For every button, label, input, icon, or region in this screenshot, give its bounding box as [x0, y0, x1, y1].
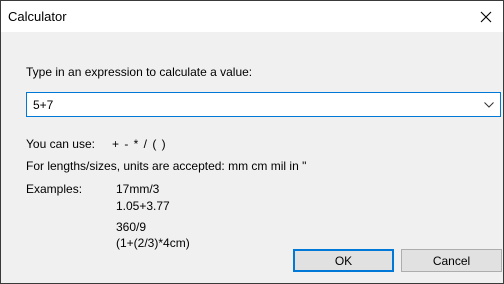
cancel-button[interactable]: Cancel — [401, 249, 502, 272]
close-button[interactable] — [469, 1, 503, 32]
example-item: 17mm/3 — [116, 182, 160, 196]
example-item: (1+(2/3)*4cm) — [116, 236, 190, 250]
dropdown-button[interactable] — [482, 98, 496, 112]
example-item: 1.05+3.77 — [116, 199, 170, 213]
expression-prompt: Type in an expression to calculate a val… — [26, 65, 253, 79]
calculator-dialog: Calculator Type in an expression to calc… — [0, 0, 504, 284]
expression-combobox[interactable]: 5+7 — [26, 92, 501, 117]
units-info: For lengths/sizes, units are accepted: m… — [26, 159, 307, 173]
examples-label: Examples: — [26, 182, 83, 196]
close-icon — [480, 11, 492, 22]
ok-button[interactable]: OK — [293, 249, 394, 272]
window-title: Calculator — [8, 9, 67, 24]
expression-input[interactable]: 5+7 — [33, 98, 53, 112]
operators-list: + - * / ( ) — [112, 137, 167, 151]
title-bar: Calculator — [1, 1, 503, 32]
example-item: 360/9 — [116, 220, 147, 234]
can-use-label: You can use: — [26, 137, 95, 151]
chevron-down-icon — [484, 102, 494, 108]
